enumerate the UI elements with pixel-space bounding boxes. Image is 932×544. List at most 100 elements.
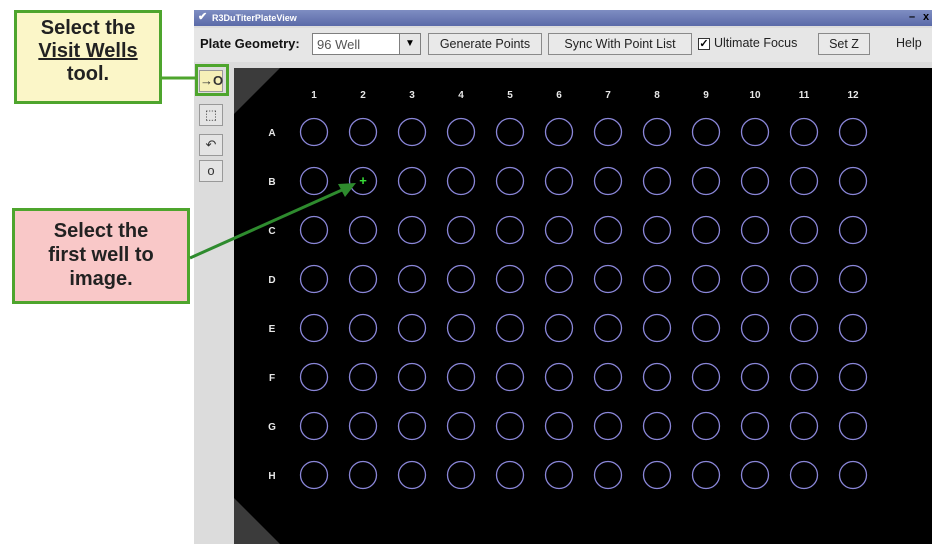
- well-G8[interactable]: [642, 411, 672, 441]
- well-B12[interactable]: [838, 166, 868, 196]
- set-z-button[interactable]: Set Z: [818, 33, 870, 55]
- well-E12[interactable]: [838, 313, 868, 343]
- well-D3[interactable]: [397, 264, 427, 294]
- well-C10[interactable]: [740, 215, 770, 245]
- well-E8[interactable]: [642, 313, 672, 343]
- well-E1[interactable]: [299, 313, 329, 343]
- help-menu[interactable]: Help: [896, 36, 922, 50]
- well-B8[interactable]: [642, 166, 672, 196]
- well-E2[interactable]: [348, 313, 378, 343]
- well-D2[interactable]: [348, 264, 378, 294]
- well-D4[interactable]: [446, 264, 476, 294]
- well-C1[interactable]: [299, 215, 329, 245]
- well-D9[interactable]: [691, 264, 721, 294]
- well-A12[interactable]: [838, 117, 868, 147]
- well-G6[interactable]: [544, 411, 574, 441]
- well-C8[interactable]: [642, 215, 672, 245]
- well-G9[interactable]: [691, 411, 721, 441]
- well-H1[interactable]: [299, 460, 329, 490]
- well-A3[interactable]: [397, 117, 427, 147]
- well-E11[interactable]: [789, 313, 819, 343]
- well-E9[interactable]: [691, 313, 721, 343]
- well-C3[interactable]: [397, 215, 427, 245]
- well-C9[interactable]: [691, 215, 721, 245]
- well-H2[interactable]: [348, 460, 378, 490]
- generate-points-button[interactable]: Generate Points: [428, 33, 542, 55]
- well-H12[interactable]: [838, 460, 868, 490]
- well-B4[interactable]: [446, 166, 476, 196]
- well-D10[interactable]: [740, 264, 770, 294]
- well-G12[interactable]: [838, 411, 868, 441]
- well-A9[interactable]: [691, 117, 721, 147]
- well-grid[interactable]: 1 2 3 4 5 6 7 8 9 10 11 12AB +CDEFGH: [234, 68, 932, 544]
- well-H8[interactable]: [642, 460, 672, 490]
- well-F6[interactable]: [544, 362, 574, 392]
- well-G3[interactable]: [397, 411, 427, 441]
- well-B1[interactable]: [299, 166, 329, 196]
- well-F11[interactable]: [789, 362, 819, 392]
- well-C5[interactable]: [495, 215, 525, 245]
- well-B7[interactable]: [593, 166, 623, 196]
- well-E7[interactable]: [593, 313, 623, 343]
- close-button[interactable]: x: [920, 11, 932, 24]
- sync-with-point-list-button[interactable]: Sync With Point List: [548, 33, 692, 55]
- well-A5[interactable]: [495, 117, 525, 147]
- well-E6[interactable]: [544, 313, 574, 343]
- well-E4[interactable]: [446, 313, 476, 343]
- well-G5[interactable]: [495, 411, 525, 441]
- well-H10[interactable]: [740, 460, 770, 490]
- well-H6[interactable]: [544, 460, 574, 490]
- well-F10[interactable]: [740, 362, 770, 392]
- plate-canvas[interactable]: 1 2 3 4 5 6 7 8 9 10 11 12 A B + C D E F G H: [234, 68, 932, 544]
- well-D12[interactable]: [838, 264, 868, 294]
- window-menu-icon[interactable]: ✔: [198, 11, 210, 23]
- well-C4[interactable]: [446, 215, 476, 245]
- well-A1[interactable]: [299, 117, 329, 147]
- well-H9[interactable]: [691, 460, 721, 490]
- well-C2[interactable]: [348, 215, 378, 245]
- well-G10[interactable]: [740, 411, 770, 441]
- well-F4[interactable]: [446, 362, 476, 392]
- well-A2[interactable]: [348, 117, 378, 147]
- minimize-button[interactable]: –: [906, 11, 918, 24]
- well-F12[interactable]: [838, 362, 868, 392]
- well-E5[interactable]: [495, 313, 525, 343]
- well-E10[interactable]: [740, 313, 770, 343]
- well-D6[interactable]: [544, 264, 574, 294]
- well-A4[interactable]: [446, 117, 476, 147]
- select-region-tool-button[interactable]: ⬚: [199, 104, 223, 126]
- well-G4[interactable]: [446, 411, 476, 441]
- well-B11[interactable]: [789, 166, 819, 196]
- well-E3[interactable]: [397, 313, 427, 343]
- well-G7[interactable]: [593, 411, 623, 441]
- well-C7[interactable]: [593, 215, 623, 245]
- ultimate-focus-checkbox[interactable]: ✓: [698, 38, 710, 50]
- well-F9[interactable]: [691, 362, 721, 392]
- well-F3[interactable]: [397, 362, 427, 392]
- well-C11[interactable]: [789, 215, 819, 245]
- well-B6[interactable]: [544, 166, 574, 196]
- well-B9[interactable]: [691, 166, 721, 196]
- well-A11[interactable]: [789, 117, 819, 147]
- well-H7[interactable]: [593, 460, 623, 490]
- well-A10[interactable]: [740, 117, 770, 147]
- well-D5[interactable]: [495, 264, 525, 294]
- well-C6[interactable]: [544, 215, 574, 245]
- well-G11[interactable]: [789, 411, 819, 441]
- well-D1[interactable]: [299, 264, 329, 294]
- well-F8[interactable]: [642, 362, 672, 392]
- well-G1[interactable]: [299, 411, 329, 441]
- well-A7[interactable]: [593, 117, 623, 147]
- well-F5[interactable]: [495, 362, 525, 392]
- well-H3[interactable]: [397, 460, 427, 490]
- well-H11[interactable]: [789, 460, 819, 490]
- well-B10[interactable]: [740, 166, 770, 196]
- well-A6[interactable]: [544, 117, 574, 147]
- well-A8[interactable]: [642, 117, 672, 147]
- well-B5[interactable]: [495, 166, 525, 196]
- chevron-down-icon[interactable]: ▼: [399, 33, 421, 55]
- well-H5[interactable]: [495, 460, 525, 490]
- well-D8[interactable]: [642, 264, 672, 294]
- single-point-tool-button[interactable]: o: [199, 160, 223, 182]
- well-F1[interactable]: [299, 362, 329, 392]
